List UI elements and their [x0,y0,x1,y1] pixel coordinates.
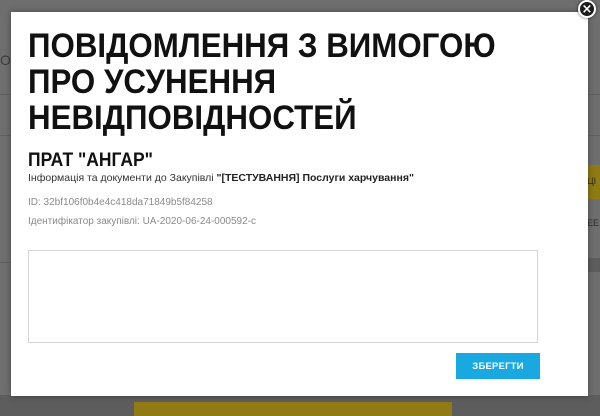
background-text-fragment: ЕЕ [587,218,600,228]
background-text-fragment: О [0,52,11,68]
procurement-info: Інформація та документи до Закупівлі "[Т… [28,172,414,184]
tender-identifier: Ідентифікатор закупівлі: UA-2020-06-24-0… [28,216,256,227]
background-strip [588,258,600,272]
modal-title: ПОВІДОМЛЕННЯ З ВИМОГОЮ ПРО УСУНЕННЯ НЕВІ… [28,27,496,137]
document-id: ID: 32bf106f0b4e4c418da71849b5f84258 [28,197,213,208]
tender-name: "[ТЕСТУВАННЯ] Послуги харчування" [216,172,414,184]
procurement-info-prefix: Інформація та документи до Закупівлі [28,172,217,184]
organization-name: ПРАТ "АНГАР" [28,150,153,171]
message-textarea[interactable] [28,250,538,343]
background-highlight [134,402,452,416]
close-icon[interactable]: × [578,0,596,18]
save-button[interactable]: ЗБЕРЕГТИ [456,353,540,379]
background-text-fragment: ЦІ [587,176,597,186]
requirement-modal: ПОВІДОМЛЕННЯ З ВИМОГОЮ ПРО УСУНЕННЯ НЕВІ… [11,12,588,396]
